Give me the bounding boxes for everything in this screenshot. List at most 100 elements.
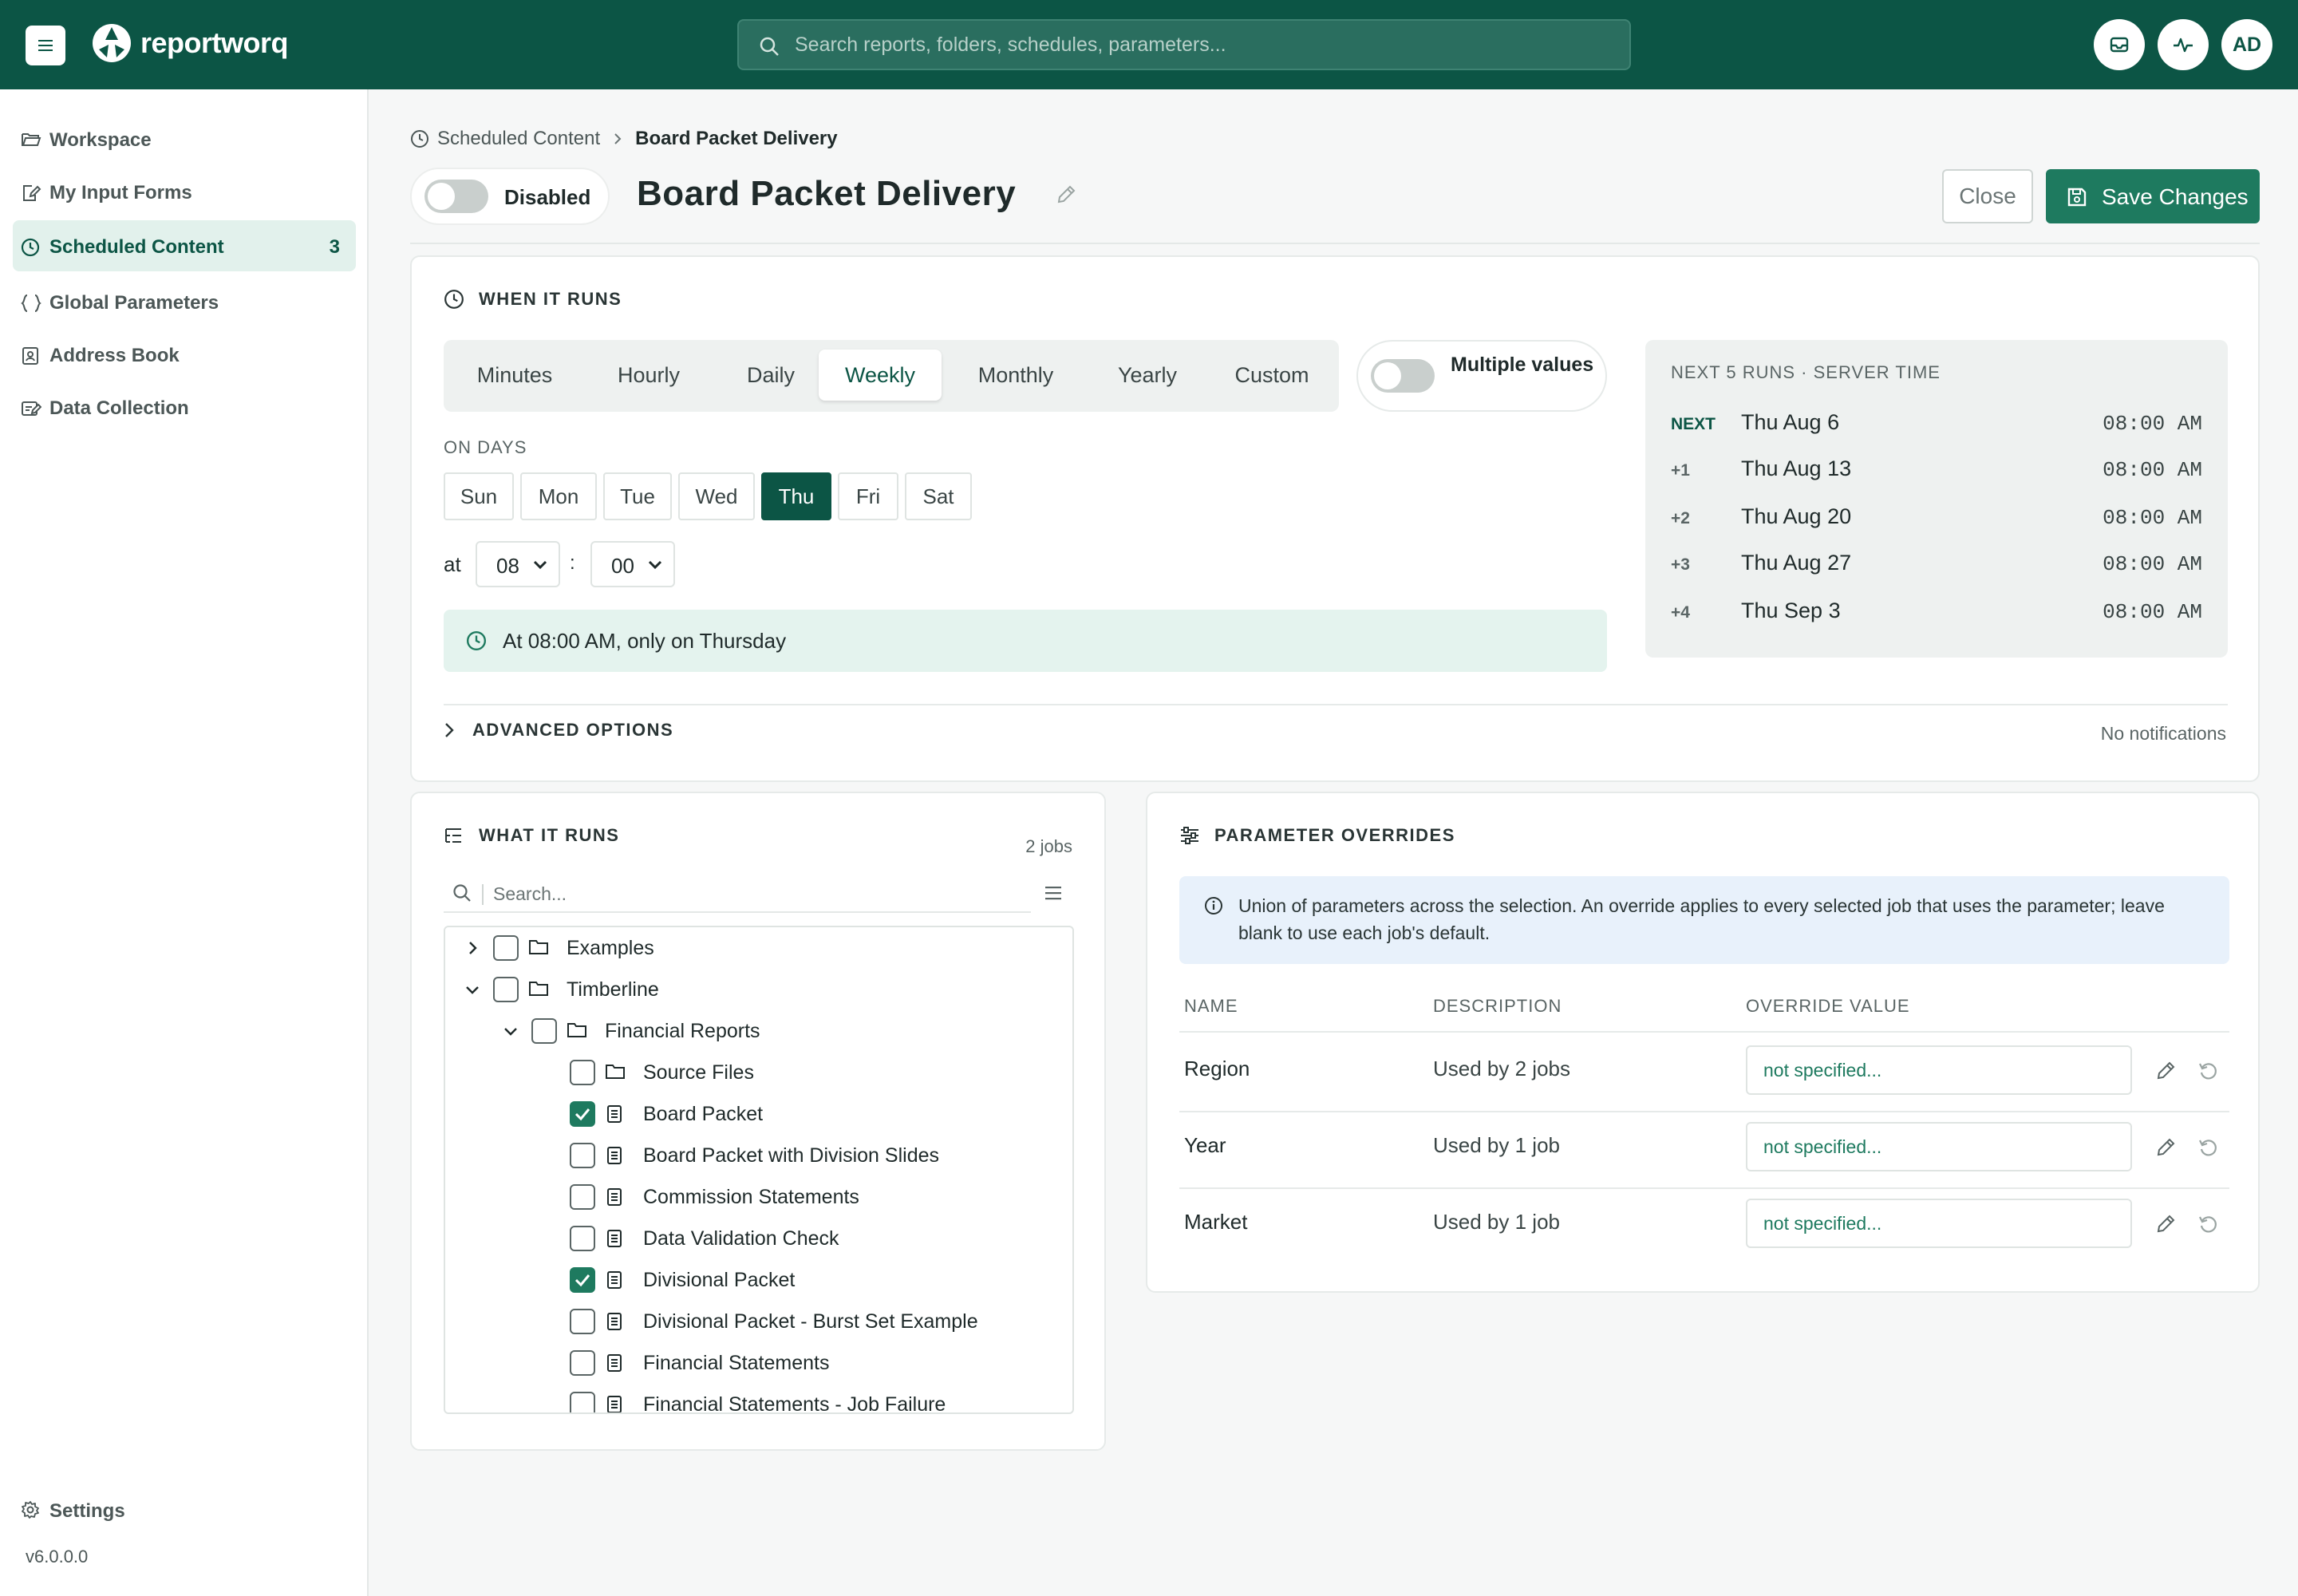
day-mon[interactable]: Mon (520, 472, 597, 520)
multiple-values-toggle[interactable]: Multiple values (1356, 340, 1607, 412)
tree-checkbox[interactable] (570, 1350, 595, 1376)
tree-search-input[interactable] (493, 876, 972, 911)
tab-custom[interactable]: Custom (1210, 350, 1334, 401)
tree-checkbox[interactable] (570, 1392, 595, 1412)
tab-weekly[interactable]: Weekly (819, 350, 942, 401)
tree-item-financial-statements-job-failure[interactable]: Financial Statements - Job Failure (445, 1384, 1072, 1414)
multiple-values-switch[interactable] (1371, 359, 1435, 393)
inbox-button[interactable] (2094, 19, 2145, 70)
sidebar-item-my-input-forms[interactable]: My Input Forms (13, 166, 356, 217)
chevron-right-icon[interactable] (468, 940, 479, 956)
sidebar: Workspace My Input Forms Scheduled Conte… (0, 89, 369, 1596)
enabled-switch[interactable] (424, 180, 488, 213)
on-days-label: ON DAYS (444, 437, 527, 457)
tree-checkbox[interactable] (570, 1060, 595, 1085)
status-toggle[interactable]: Disabled (410, 168, 610, 225)
tree-checkbox[interactable] (493, 935, 519, 961)
tab-monthly[interactable]: Monthly (950, 350, 1082, 401)
search-input[interactable] (795, 21, 1609, 69)
tree-item-examples[interactable]: Examples (445, 927, 1072, 969)
param-override-input[interactable] (1746, 1199, 2132, 1248)
pencil-icon[interactable] (2154, 1060, 2177, 1082)
advanced-divider (444, 704, 2228, 705)
param-override-input[interactable] (1746, 1122, 2132, 1171)
checkmark-icon (574, 1274, 590, 1287)
tab-daily[interactable]: Daily (713, 350, 828, 401)
report-icon (607, 1147, 622, 1164)
tree-checkbox[interactable] (531, 1018, 557, 1044)
tree-item-divisional-packet-burst[interactable]: Divisional Packet - Burst Set Example (445, 1301, 1072, 1342)
section-title-text: WHAT IT RUNS (479, 825, 620, 845)
tree-item-timberline[interactable]: Timberline (445, 969, 1072, 1010)
tree-item-financial-statements[interactable]: Financial Statements (445, 1342, 1072, 1384)
tree-item-board-packet[interactable]: Board Packet (445, 1093, 1072, 1135)
pencil-icon[interactable] (2154, 1136, 2177, 1159)
settings-label: Settings (49, 1500, 125, 1522)
floppy-disk-icon (2067, 188, 2087, 207)
sidebar-item-data-collection[interactable]: Data Collection (13, 381, 356, 433)
filter-menu-icon[interactable] (1044, 884, 1063, 902)
save-button[interactable]: Save Changes (2046, 169, 2260, 223)
reset-icon[interactable] (2197, 1136, 2220, 1159)
day-thu[interactable]: Thu (761, 472, 831, 520)
param-name: Year (1184, 1133, 1226, 1157)
run-index: +2 (1671, 509, 1690, 527)
braces-icon (21, 294, 41, 312)
chevron-down-icon[interactable] (503, 1026, 519, 1037)
sidebar-item-settings[interactable]: Settings (13, 1487, 356, 1532)
breadcrumb-parent[interactable]: Scheduled Content (437, 128, 600, 150)
run-date: Thu Aug 13 (1741, 456, 1852, 480)
tree-checkbox[interactable] (570, 1143, 595, 1168)
day-wed[interactable]: Wed (678, 472, 755, 520)
top-bar: reportworq AD (0, 0, 2298, 89)
tree-item-board-packet-division-slides[interactable]: Board Packet with Division Slides (445, 1135, 1072, 1176)
sidebar-item-label: Data Collection (49, 397, 189, 419)
param-override-input[interactable] (1746, 1045, 2132, 1095)
sidebar-item-scheduled-content[interactable]: Scheduled Content 3 (13, 220, 356, 271)
global-search[interactable] (737, 19, 1631, 70)
tree-item-data-validation-check[interactable]: Data Validation Check (445, 1218, 1072, 1259)
tree-checkbox[interactable] (493, 977, 519, 1002)
tree-checkbox-checked[interactable] (570, 1101, 595, 1127)
tree-checkbox[interactable] (570, 1226, 595, 1251)
chevron-down-icon[interactable] (464, 985, 480, 996)
sidebar-item-workspace[interactable]: Workspace (13, 113, 356, 164)
param-description: Used by 2 jobs (1433, 1057, 1570, 1080)
day-fri[interactable]: Fri (838, 472, 898, 520)
pencil-icon[interactable] (1055, 184, 1077, 206)
logo-mark-icon (93, 24, 131, 62)
tree-item-source-files[interactable]: Source Files (445, 1052, 1072, 1093)
sidebar-item-address-book[interactable]: Address Book (13, 329, 356, 380)
sidebar-item-global-parameters[interactable]: Global Parameters (13, 276, 356, 327)
tab-minutes[interactable]: Minutes (450, 350, 579, 401)
day-sun[interactable]: Sun (444, 472, 514, 520)
tree-item-divisional-packet[interactable]: Divisional Packet (445, 1259, 1072, 1301)
reset-icon[interactable] (2197, 1213, 2220, 1235)
app-logo[interactable]: reportworq (89, 21, 289, 65)
tab-hourly[interactable]: Hourly (584, 350, 713, 401)
tree-checkbox[interactable] (570, 1184, 595, 1210)
tree-checkbox-checked[interactable] (570, 1267, 595, 1293)
tree-search[interactable] (444, 876, 1061, 913)
tree-item-financial-reports[interactable]: Financial Reports (445, 1010, 1072, 1052)
close-button[interactable]: Close (1942, 169, 2033, 223)
tree-item-label: Financial Statements - Job Failure (643, 1393, 946, 1414)
clock-icon (21, 238, 40, 257)
hamburger-icon (38, 40, 53, 51)
tree-item-commission-statements[interactable]: Commission Statements (445, 1176, 1072, 1218)
run-time: 08:00 AM (2103, 412, 2202, 436)
hour-select[interactable]: 08 (476, 541, 560, 587)
activity-button[interactable] (2158, 19, 2209, 70)
reset-icon[interactable] (2197, 1060, 2220, 1082)
day-sat[interactable]: Sat (905, 472, 972, 520)
minute-select[interactable]: 00 (590, 541, 675, 587)
advanced-options-toggle[interactable]: ADVANCED OPTIONS (444, 720, 673, 741)
tab-yearly[interactable]: Yearly (1082, 350, 1213, 401)
sidebar-item-label: My Input Forms (49, 182, 192, 203)
day-tue[interactable]: Tue (603, 472, 672, 520)
menu-button[interactable] (26, 26, 65, 65)
tree-checkbox[interactable] (570, 1309, 595, 1334)
run-date: Thu Aug 27 (1741, 551, 1852, 575)
user-avatar[interactable]: AD (2221, 19, 2272, 70)
pencil-icon[interactable] (2154, 1213, 2177, 1235)
